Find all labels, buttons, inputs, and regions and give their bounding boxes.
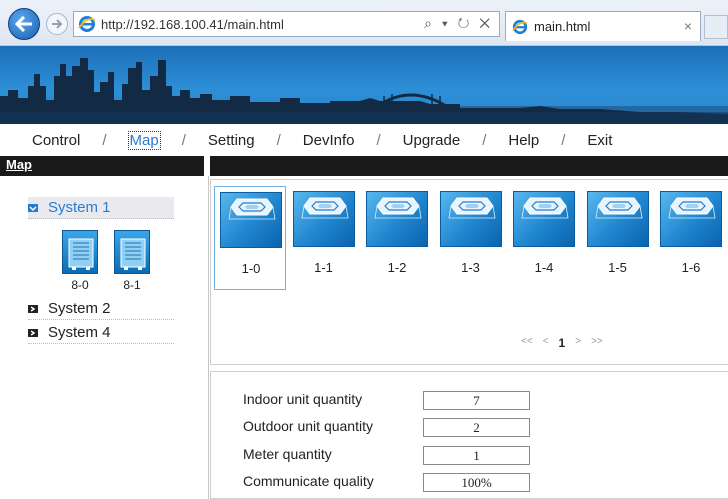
tree-item-label: System 1 [48, 199, 111, 216]
indoor-unit-image [513, 191, 575, 247]
prev-page-button[interactable]: < [543, 336, 549, 350]
nav-help[interactable]: Help [508, 132, 539, 149]
indoor-unit-card[interactable]: 1-1 [288, 186, 360, 290]
indoor-unit-card[interactable]: 1-0 [214, 186, 286, 290]
section-header-bar: Map [0, 156, 728, 176]
new-tab-button[interactable] [704, 15, 728, 39]
info-row-meter: Meter quantity 1 [243, 446, 543, 466]
indoor-unit-card[interactable]: 1-2 [361, 186, 433, 290]
next-page-button[interactable]: > [575, 336, 581, 350]
indoor-unit-label: 1-1 [314, 260, 333, 275]
tab-close-icon[interactable]: × [684, 18, 692, 34]
back-button[interactable] [8, 8, 40, 40]
tree-item-system-2[interactable]: System 2 [28, 298, 174, 320]
arrow-right-icon [52, 19, 63, 29]
nav-separator: / [482, 131, 487, 149]
communicate-quality-label: Communicate quality [243, 473, 374, 489]
indoor-unit-label: 1-2 [387, 260, 407, 275]
nav-control[interactable]: Control [32, 132, 80, 149]
nav-separator: / [561, 131, 566, 149]
indoor-quantity-value: 7 [423, 391, 530, 410]
indoor-unit-image [220, 192, 282, 248]
communicate-quality-value: 100% [423, 473, 530, 492]
indoor-units-panel: 1-0 1-1 1-2 1-3 1-4 1-5 1-6 << < 1 > >> [210, 179, 728, 365]
nav-map[interactable]: Map [127, 130, 161, 150]
indoor-unit-image [439, 191, 502, 247]
nav-separator: / [276, 131, 281, 149]
indoor-unit-card[interactable]: 1-4 [508, 186, 580, 290]
system-tree: System 1 8-0 8-1 System 2 System 4 [0, 176, 207, 499]
section-title: Map [6, 157, 32, 172]
browser-toolbar: http://192.168.100.41/main.html ⌕ ▾ ↻ ✕ … [0, 0, 728, 46]
cassette-ac-icon [521, 197, 569, 219]
url-text: http://192.168.100.41/main.html [101, 16, 284, 32]
nav-devinfo[interactable]: DevInfo [303, 132, 355, 149]
first-page-button[interactable]: << [521, 336, 533, 350]
cassette-ac-icon [228, 198, 276, 220]
info-row-indoor: Indoor unit quantity 7 [243, 391, 543, 411]
tab-title: main.html [534, 19, 591, 34]
tree-item-system-1[interactable]: System 1 [28, 197, 174, 219]
outdoor-quantity-value: 2 [423, 418, 530, 437]
last-page-button[interactable]: >> [591, 336, 603, 350]
nav-upgrade[interactable]: Upgrade [403, 132, 461, 149]
browser-tab[interactable]: main.html × [505, 11, 701, 41]
cassette-ac-icon [668, 197, 716, 219]
arrow-left-icon [15, 16, 32, 32]
meter-quantity-value: 1 [423, 446, 530, 465]
info-row-outdoor: Outdoor unit quantity 2 [243, 418, 543, 438]
bar-divider [204, 156, 210, 176]
tree-item-label: System 4 [48, 324, 111, 341]
indoor-unit-label: 1-5 [608, 260, 627, 275]
indoor-unit-label: 1-6 [681, 260, 701, 275]
info-row-communicate: Communicate quality 100% [243, 473, 543, 493]
system-info-panel: Indoor unit quantity 7 Outdoor unit quan… [210, 371, 728, 499]
nav-separator: / [181, 131, 186, 149]
indoor-unit-image [586, 191, 649, 247]
outdoor-unit-icon[interactable] [114, 230, 150, 274]
indoor-unit-label: 1-4 [534, 260, 554, 275]
ie-icon [78, 16, 96, 32]
indoor-unit-card[interactable]: 1-5 [582, 186, 654, 290]
ie-icon [512, 19, 528, 34]
address-bar[interactable]: http://192.168.100.41/main.html ⌕ ▾ ↻ ✕ [73, 11, 500, 37]
nav-separator: / [102, 131, 107, 149]
expand-icon[interactable] [28, 304, 38, 313]
expand-icon[interactable] [28, 328, 38, 337]
current-page: 1 [558, 336, 566, 350]
indoor-unit-label: 1-3 [461, 260, 480, 275]
tree-item-label: System 2 [48, 300, 111, 317]
indoor-unit-image [660, 191, 722, 247]
indoor-unit-image [366, 191, 428, 247]
header-banner [0, 46, 728, 124]
main-nav: Control / Map / Setting / DevInfo / Upgr… [0, 126, 728, 154]
meter-quantity-label: Meter quantity [243, 446, 332, 462]
indoor-unit-card[interactable]: 1-6 [655, 186, 727, 290]
cassette-ac-icon [448, 197, 495, 219]
nav-exit[interactable]: Exit [587, 132, 612, 149]
nav-separator: / [376, 131, 381, 149]
outdoor-unit-label: 8-0 [71, 278, 89, 292]
indoor-unit-label: 1-0 [241, 261, 261, 276]
panel-divider [208, 176, 209, 499]
indoor-unit-image [292, 191, 355, 247]
cassette-ac-icon [595, 197, 642, 219]
indoor-quantity-label: Indoor unit quantity [243, 391, 363, 407]
cassette-ac-icon [301, 197, 348, 219]
address-tools[interactable]: ⌕ ▾ ↻ ✕ [424, 15, 493, 32]
forward-button[interactable] [46, 13, 68, 35]
pagination: << < 1 > >> [521, 336, 603, 350]
tree-item-system-4[interactable]: System 4 [28, 322, 174, 344]
outdoor-unit-label: 8-1 [123, 278, 141, 292]
collapse-icon[interactable] [28, 203, 38, 212]
nav-setting[interactable]: Setting [208, 132, 255, 149]
indoor-unit-card[interactable]: 1-3 [435, 186, 507, 290]
cassette-ac-icon [374, 197, 422, 219]
outdoor-unit-icon[interactable] [62, 230, 98, 274]
city-skyline-image [0, 58, 728, 124]
outdoor-quantity-label: Outdoor unit quantity [243, 418, 373, 434]
